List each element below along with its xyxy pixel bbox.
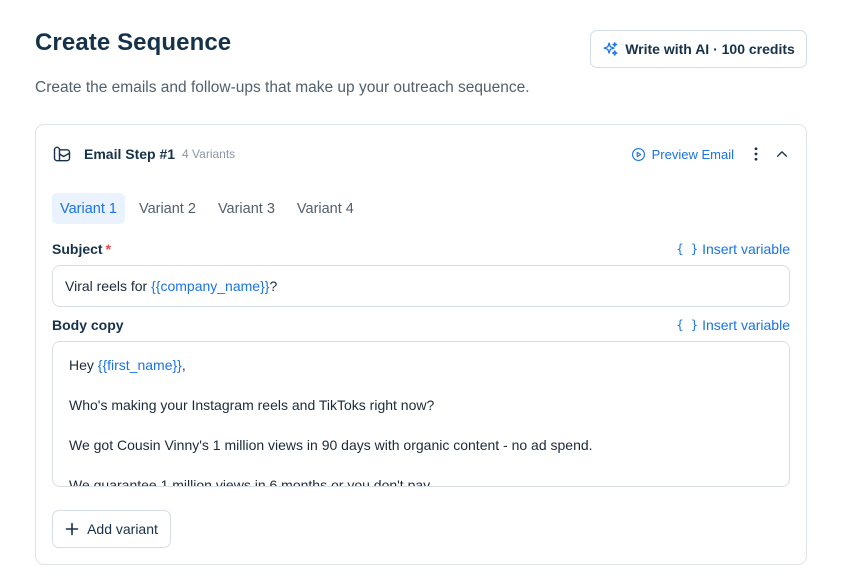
variant-tabs: Variant 1 Variant 2 Variant 3 Variant 4 [52,193,368,224]
page-subtitle: Create the emails and follow-ups that ma… [35,79,530,96]
body-line: We got Cousin Vinny's 1 million views in… [69,437,593,453]
subject-insert-variable-label: Insert variable [702,241,790,257]
greeting-suffix: , [181,357,186,373]
body-line: Who's making your Instagram reels and Ti… [69,397,435,413]
write-with-ai-button[interactable]: Write with AI · 100 credits [590,30,807,68]
tab-variant-4[interactable]: Variant 4 [289,193,362,224]
body-insert-variable-button[interactable]: { } Insert variable [676,317,790,333]
braces-icon: { } [676,242,699,256]
chevron-up-icon[interactable] [774,146,790,162]
plus-icon [65,522,79,536]
subject-text-suffix: ? [269,278,278,294]
required-mark: * [105,241,112,257]
body-copy-editor[interactable]: Hey {{first_name}}, Who's making your In… [52,341,790,487]
subject-label-text: Subject [52,241,103,257]
subject-label-row: Subject * { } Insert variable [52,239,790,259]
body-greeting-line: Hey {{first_name}}, [69,355,773,375]
body-insert-variable-label: Insert variable [702,317,790,333]
braces-icon: { } [676,318,699,332]
email-step-header: Email Step #1 4 Variants Preview Email [52,143,790,165]
greeting-prefix: Hey [69,357,98,373]
preview-email-button[interactable]: Preview Email [631,147,734,162]
tab-variant-2[interactable]: Variant 2 [131,193,204,224]
page-title: Create Sequence [35,29,232,56]
sparkle-icon [603,41,618,56]
body-label-row: Body copy { } Insert variable [52,315,790,335]
email-step-card: Email Step #1 4 Variants Preview Email V… [35,124,807,565]
mailbox-icon [52,144,72,164]
subject-input[interactable]: Viral reels for {{company_name}}? [52,265,790,307]
company-name-variable: {{company_name}} [151,278,270,294]
body-copy-label: Body copy [52,317,124,333]
add-variant-button[interactable]: Add variant [52,510,171,548]
first-name-variable: {{first_name}} [97,357,182,373]
tab-variant-3[interactable]: Variant 3 [210,193,283,224]
step-header-actions: Preview Email [631,144,790,164]
subject-insert-variable-button[interactable]: { } Insert variable [676,241,790,257]
kebab-menu-icon[interactable] [748,144,764,164]
tab-variant-1[interactable]: Variant 1 [52,193,125,224]
add-variant-label: Add variant [87,521,158,537]
body-line: We guarantee 1 million views in 6 months… [69,477,434,487]
subject-label: Subject * [52,241,111,257]
write-with-ai-label: Write with AI · 100 credits [625,41,795,57]
subject-text-prefix: Viral reels for [65,278,152,294]
play-circle-icon [631,147,645,161]
preview-email-label: Preview Email [651,146,734,162]
step-title: Email Step #1 [84,146,176,162]
variant-count: 4 Variants [182,147,236,161]
